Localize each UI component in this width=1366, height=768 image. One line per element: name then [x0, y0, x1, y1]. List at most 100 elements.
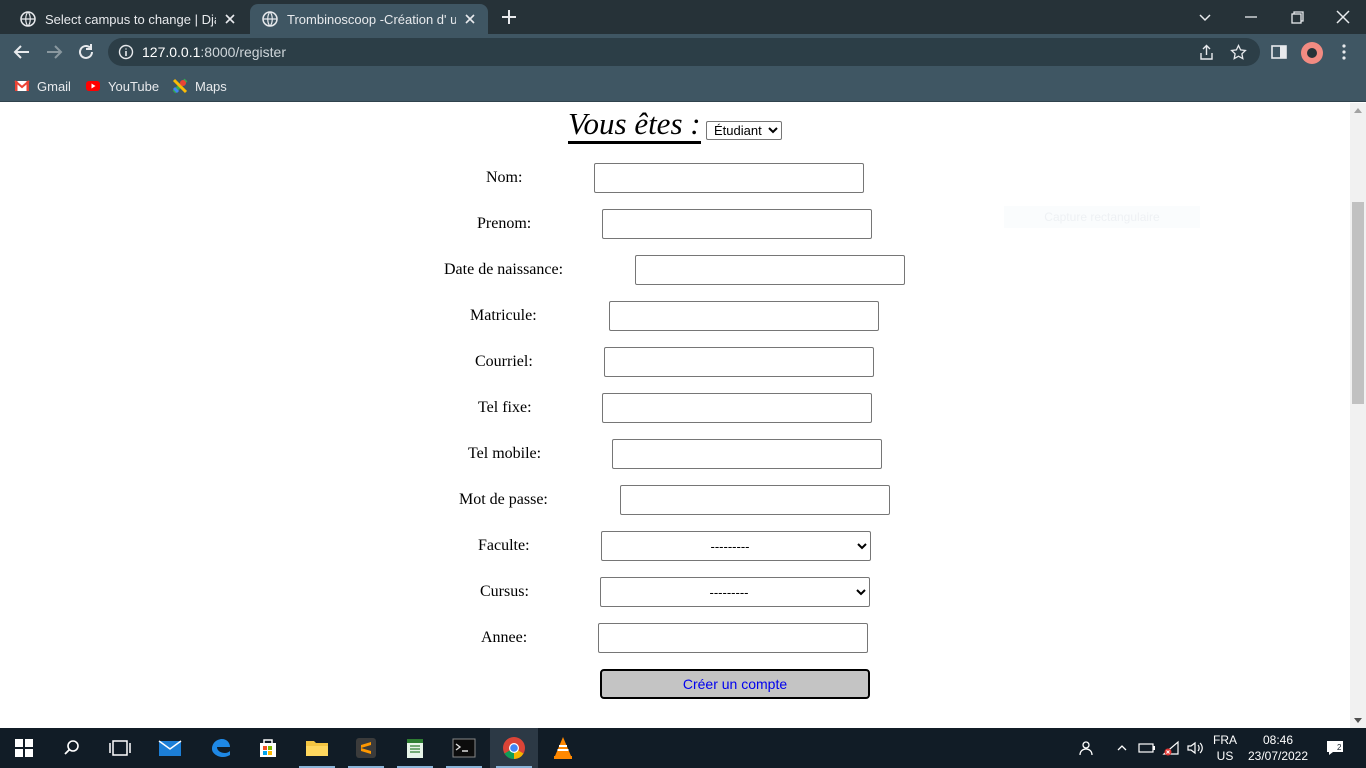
page-heading: Vous êtes :	[568, 107, 701, 144]
lang-primary: FRA	[1213, 733, 1237, 747]
taskbar-clock[interactable]: 08:46 23/07/2022	[1246, 732, 1310, 764]
browser-titlebar: Select campus to change | Djang Trombino…	[0, 0, 1366, 34]
start-button[interactable]	[0, 728, 48, 768]
search-icon	[64, 740, 79, 755]
lang-secondary: US	[1216, 749, 1234, 763]
select-faculte[interactable]: ---------	[601, 531, 871, 561]
volume-icon[interactable]	[1184, 728, 1206, 768]
back-icon[interactable]	[12, 42, 32, 62]
network-icon[interactable]	[1160, 728, 1182, 768]
input-prenom[interactable]	[602, 209, 872, 239]
input-annee[interactable]	[598, 623, 868, 653]
side-panel-icon[interactable]	[1270, 43, 1288, 61]
input-language[interactable]: FRA US	[1208, 732, 1242, 764]
chrome-icon	[503, 737, 525, 759]
menu-kebab-icon[interactable]	[1335, 43, 1353, 61]
chevron-up-icon[interactable]	[1112, 728, 1132, 768]
bookmark-label: Maps	[195, 78, 227, 94]
close-tab-icon[interactable]	[222, 11, 238, 27]
taskbar-chrome[interactable]	[490, 728, 538, 768]
label-annee: Annee:	[481, 629, 528, 646]
search-button[interactable]	[48, 728, 96, 768]
sublime-text-icon	[356, 738, 376, 758]
input-date-naissance[interactable]	[635, 255, 905, 285]
tab-trombinoscoop[interactable]: Trombinoscoop -Création d' un p	[250, 4, 488, 34]
bookmark-maps[interactable]: Maps	[172, 76, 227, 96]
close-tab-icon[interactable]	[462, 11, 478, 27]
input-mot-de-passe[interactable]	[620, 485, 890, 515]
taskbar-mail[interactable]	[146, 728, 194, 768]
bookmark-label: Gmail	[37, 78, 71, 94]
taskbar-file-explorer[interactable]	[293, 728, 341, 768]
mail-icon	[158, 740, 182, 756]
label-date-naissance: Date de naissance:	[444, 261, 564, 278]
label-faculte: Faculte:	[478, 537, 530, 554]
vlc-icon	[554, 737, 572, 759]
scroll-down-icon[interactable]	[1354, 718, 1362, 723]
label-mot-de-passe: Mot de passe:	[459, 491, 548, 508]
label-tel-mobile: Tel mobile:	[468, 445, 542, 462]
scroll-up-icon[interactable]	[1354, 108, 1362, 113]
label-courriel: Courriel:	[475, 353, 533, 370]
page-viewport: Vous êtes : Étudiant Nom: Prenom: Date d…	[0, 103, 1350, 728]
taskbar-notepad[interactable]	[391, 728, 439, 768]
store-icon	[260, 739, 276, 757]
url-host: 127.0.0.1	[142, 44, 201, 60]
scroll-thumb[interactable]	[1352, 202, 1364, 404]
url-path: :8000/register	[200, 44, 286, 60]
battery-icon[interactable]	[1136, 728, 1158, 768]
site-info-icon[interactable]	[118, 44, 134, 60]
minimize-icon[interactable]	[1240, 6, 1262, 28]
page-scrollbar[interactable]	[1350, 103, 1366, 728]
tab-search-icon[interactable]	[1194, 6, 1216, 28]
input-tel-mobile[interactable]	[612, 439, 882, 469]
url-text: 127.0.0.1:8000/register	[142, 44, 286, 60]
share-icon[interactable]	[1198, 44, 1215, 61]
address-bar[interactable]: 127.0.0.1:8000/register	[108, 38, 1260, 66]
clock-date: 23/07/2022	[1247, 749, 1309, 763]
role-select[interactable]: Étudiant	[706, 121, 782, 140]
label-nom: Nom:	[486, 169, 523, 186]
people-icon[interactable]	[1076, 728, 1100, 768]
input-matricule[interactable]	[609, 301, 879, 331]
new-tab-icon[interactable]	[500, 8, 518, 26]
input-tel-fixe[interactable]	[602, 393, 872, 423]
label-tel-fixe: Tel fixe:	[478, 399, 532, 416]
taskbar-vlc[interactable]	[539, 728, 587, 768]
globe-icon	[262, 11, 278, 27]
bookmark-youtube[interactable]: YouTube	[85, 76, 159, 96]
label-matricule: Matricule:	[470, 307, 537, 324]
reload-icon[interactable]	[76, 42, 96, 62]
close-window-icon[interactable]	[1332, 6, 1354, 28]
select-cursus[interactable]: ---------	[600, 577, 870, 607]
bookmark-star-icon[interactable]	[1230, 44, 1247, 61]
windows-start-icon	[15, 739, 33, 757]
snip-tooltip: Capture rectangulaire	[1004, 206, 1200, 228]
youtube-icon	[86, 81, 100, 91]
create-account-button[interactable]: Créer un compte	[600, 669, 870, 699]
terminal-icon	[452, 738, 476, 758]
taskbar-edge[interactable]	[196, 728, 244, 768]
folder-icon	[306, 741, 328, 756]
bookmark-label: YouTube	[108, 78, 160, 94]
svg-text:2: 2	[1337, 743, 1342, 752]
bookmark-gmail[interactable]: Gmail	[14, 76, 71, 96]
task-view-button[interactable]	[96, 728, 144, 768]
task-view-icon	[109, 740, 131, 756]
browser-toolbar: 127.0.0.1:8000/register	[0, 34, 1366, 70]
label-cursus: Cursus:	[480, 583, 529, 600]
input-courriel[interactable]	[604, 347, 874, 377]
input-nom[interactable]	[594, 163, 864, 193]
edge-icon	[212, 739, 230, 757]
forward-icon[interactable]	[44, 42, 64, 62]
restore-icon[interactable]	[1286, 6, 1308, 28]
tab-django-admin[interactable]: Select campus to change | Djang	[8, 4, 248, 34]
taskbar-sublime[interactable]	[342, 728, 390, 768]
gmail-icon	[14, 80, 30, 91]
taskbar-terminal[interactable]	[440, 728, 488, 768]
notifications-icon[interactable]: 2	[1320, 728, 1350, 768]
clock-time: 08:46	[1262, 733, 1294, 747]
profile-avatar[interactable]	[1301, 42, 1323, 64]
taskbar-store[interactable]	[244, 728, 292, 768]
label-prenom: Prenom:	[477, 215, 532, 232]
